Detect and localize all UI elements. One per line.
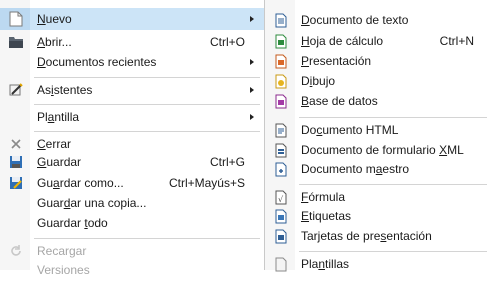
shortcut-text: Ctrl+Mayús+S — [168, 176, 245, 190]
menu-item-label: Documento maestro — [301, 162, 410, 176]
menu-item-label: Nuevo — [37, 12, 72, 26]
text-document-icon — [273, 12, 289, 28]
submenu-item-templates[interactable]: Plantillas — [265, 253, 491, 275]
save-as-icon — [8, 175, 24, 191]
submenu-arrow-icon — [250, 16, 254, 22]
submenu-item-text-document[interactable]: Documento de texto — [265, 9, 491, 31]
shortcut-text: Ctrl+G — [209, 155, 245, 169]
close-icon — [8, 136, 24, 152]
menu-separator — [299, 251, 487, 252]
submenu-item-presentation[interactable]: Presentación — [265, 50, 491, 72]
formula-icon: √ — [273, 189, 289, 205]
menu-separator — [34, 77, 260, 78]
business-cards-icon — [273, 228, 289, 244]
submenu-item-drawing[interactable]: Dibujo — [265, 70, 491, 92]
submenu-item-master-document[interactable]: Documento maestro — [265, 158, 491, 180]
save-icon — [8, 154, 24, 170]
open-folder-icon — [8, 34, 24, 50]
presentation-icon — [273, 53, 289, 69]
wizard-icon — [8, 82, 24, 98]
menu-separator — [34, 104, 260, 105]
database-icon — [273, 93, 289, 109]
spreadsheet-icon — [273, 33, 289, 49]
menu-item-label: Fórmula — [301, 190, 346, 204]
menu-item-wizards[interactable]: Asistentes — [0, 79, 264, 101]
menu-item-label: Abrir... — [37, 35, 72, 49]
menu-item-save-all[interactable]: Guardar todo — [0, 212, 264, 234]
master-document-icon — [273, 161, 289, 177]
menu-item-label: Recargar — [37, 244, 87, 258]
menu-item-label: Plantilla — [37, 110, 80, 124]
menu-item-save-copy[interactable]: Guardar una copia... — [0, 192, 264, 214]
file-menu: Nuevo Abrir... Ctrl+O Documentos recient… — [0, 0, 265, 277]
submenu-arrow-icon — [250, 114, 254, 120]
menu-item-label: Base de datos — [301, 94, 378, 108]
menu-item-label: Documentos recientes — [37, 55, 157, 69]
menu-item-recent-documents[interactable]: Documentos recientes — [0, 51, 264, 73]
menu-item-label: Documento de formulario XML — [301, 143, 464, 157]
submenu-item-database[interactable]: Base de datos — [265, 90, 491, 112]
menu-separator — [34, 238, 260, 239]
svg-text:√: √ — [278, 195, 284, 204]
menu-item-label: Documento de texto — [301, 13, 409, 27]
menu-item-label: Cerrar — [37, 137, 72, 151]
submenu-item-html-document[interactable]: Documento HTML — [265, 119, 491, 141]
reload-icon — [8, 243, 24, 259]
shortcut-text: Ctrl+O — [209, 35, 245, 49]
menu-separator — [299, 184, 487, 185]
new-document-icon — [8, 11, 24, 27]
menu-separator — [34, 131, 260, 132]
submenu-arrow-icon — [250, 87, 254, 93]
menu-item-save[interactable]: Guardar Ctrl+G — [0, 151, 264, 173]
xml-form-icon — [273, 142, 289, 158]
menu-item-label: Versiones — [37, 263, 90, 277]
menu-item-label: Tarjetas de presentación — [301, 229, 432, 243]
menu-item-label: Guardar como... — [37, 176, 124, 190]
labels-icon — [273, 208, 289, 224]
new-submenu: Documento de texto Hoja de cálculo Ctrl+… — [265, 0, 491, 271]
shortcut-text: Ctrl+N — [439, 34, 474, 48]
html-document-icon — [273, 122, 289, 138]
submenu-arrow-icon — [250, 59, 254, 65]
menu-item-label: Dibujo — [301, 74, 336, 88]
menu-item-versions[interactable]: Versiones — [0, 259, 264, 281]
menu-item-label: Documento HTML — [301, 123, 399, 137]
menu-item-new[interactable]: Nuevo — [0, 8, 264, 30]
menu-item-save-as[interactable]: Guardar como... Ctrl+Mayús+S — [0, 172, 264, 194]
menu-item-label: Etiquetas — [301, 209, 352, 223]
submenu-item-spreadsheet[interactable]: Hoja de cálculo Ctrl+N — [265, 30, 491, 52]
menu-item-label: Guardar una copia... — [37, 196, 147, 210]
menu-item-open[interactable]: Abrir... Ctrl+O — [0, 31, 264, 53]
submenu-item-business-cards[interactable]: Tarjetas de presentación — [265, 225, 491, 247]
menu-item-label: Presentación — [301, 54, 372, 68]
menu-item-label: Hoja de cálculo — [301, 34, 384, 48]
menu-item-label: Guardar todo — [37, 216, 108, 230]
menu-item-label: Asistentes — [37, 83, 93, 97]
menu-item-label: Guardar — [37, 155, 82, 169]
drawing-icon — [273, 73, 289, 89]
submenu-item-labels[interactable]: Etiquetas — [265, 205, 491, 227]
menu-separator — [299, 117, 487, 118]
menu-item-template[interactable]: Plantilla — [0, 106, 264, 128]
menu-item-label: Plantillas — [301, 257, 350, 271]
